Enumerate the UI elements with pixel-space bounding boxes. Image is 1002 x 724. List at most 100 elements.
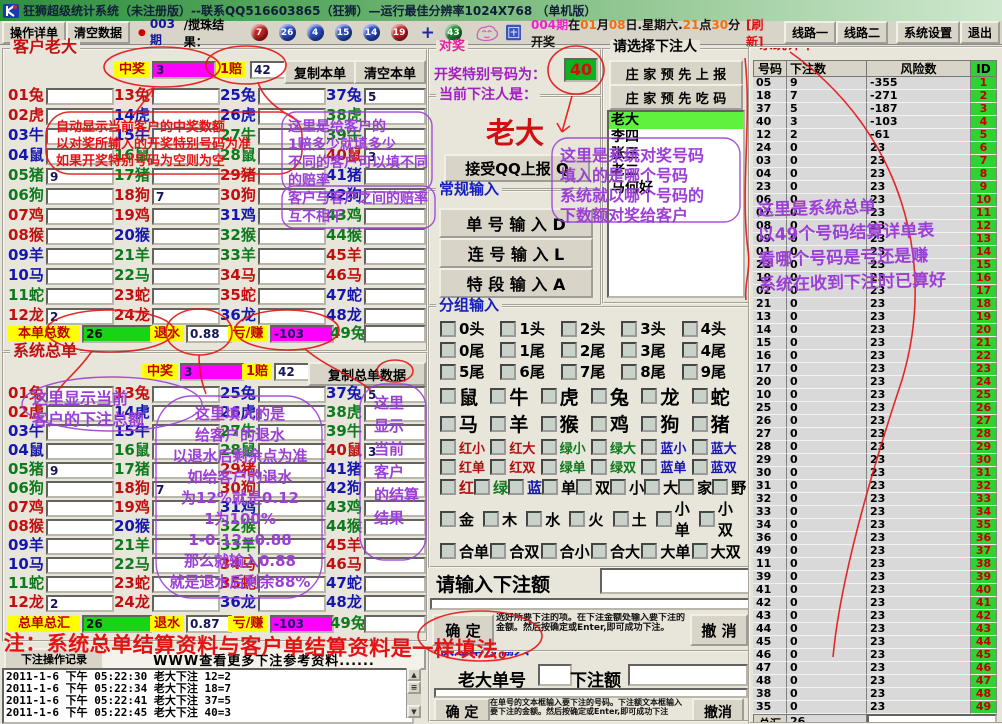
bet-input-system-17[interactable] bbox=[152, 462, 220, 479]
bet-amount-input[interactable] bbox=[600, 568, 750, 594]
www-more-info-button[interactable]: WWW查看更多下注参考资料...... bbox=[102, 648, 426, 670]
quick-amount-input[interactable] bbox=[628, 664, 748, 686]
checkbox-红大[interactable] bbox=[490, 439, 506, 455]
bet-input-system-46[interactable] bbox=[364, 557, 426, 574]
exit-button[interactable]: 退出 bbox=[960, 21, 1000, 44]
checkbox-大[interactable] bbox=[644, 479, 660, 495]
checkbox-龙[interactable] bbox=[641, 388, 657, 404]
bet-input-system-44[interactable] bbox=[364, 519, 426, 536]
bettor-item-李四[interactable]: 李四 bbox=[609, 129, 743, 146]
bet-input-system-25[interactable] bbox=[258, 386, 326, 403]
bet-input-customer-02[interactable] bbox=[46, 108, 114, 125]
bet-input-customer-41[interactable] bbox=[364, 168, 426, 185]
refresh-link[interactable]: [刷新] bbox=[746, 16, 778, 50]
bet-input-system-11[interactable] bbox=[46, 576, 114, 593]
checkbox-红单[interactable] bbox=[440, 459, 456, 475]
bet-input-system-37[interactable]: 5 bbox=[364, 386, 426, 403]
checkbox-合小[interactable] bbox=[541, 543, 557, 559]
bet-input-system-30[interactable] bbox=[258, 481, 326, 498]
bet-input-customer-14[interactable] bbox=[152, 108, 220, 125]
bet-input-customer-05[interactable]: 9 bbox=[46, 168, 114, 185]
system-win-field[interactable]: 3 bbox=[180, 363, 244, 381]
bet-input-system-18[interactable]: 7 bbox=[152, 481, 220, 498]
bet-input-system-09[interactable] bbox=[46, 538, 114, 555]
bet-input-customer-46[interactable] bbox=[364, 268, 426, 285]
checkbox-大单[interactable] bbox=[641, 543, 657, 559]
checkbox-单[interactable] bbox=[542, 479, 558, 495]
bet-input-system-05[interactable]: 9 bbox=[46, 462, 114, 479]
checkbox-3尾[interactable] bbox=[621, 342, 637, 358]
bet-input-system-31[interactable] bbox=[258, 500, 326, 517]
bet-input-customer-47[interactable] bbox=[364, 288, 426, 305]
bet-input-customer-40[interactable]: 3 bbox=[364, 148, 426, 165]
checkbox-9尾[interactable] bbox=[682, 364, 698, 380]
checkbox-野[interactable] bbox=[712, 479, 728, 495]
checkbox-合单[interactable] bbox=[440, 543, 456, 559]
checkbox-土[interactable] bbox=[613, 511, 629, 527]
checkbox-2头[interactable] bbox=[561, 321, 577, 337]
bet-input-customer-28[interactable] bbox=[258, 148, 326, 165]
checkbox-羊[interactable] bbox=[490, 416, 506, 432]
bet-input-system-40[interactable]: 3 bbox=[364, 443, 426, 460]
bet-input-system-28[interactable] bbox=[258, 443, 326, 460]
bet-input-customer-34[interactable] bbox=[258, 268, 326, 285]
bet-input-customer-30[interactable] bbox=[258, 188, 326, 205]
checkbox-1尾[interactable] bbox=[500, 342, 516, 358]
bet-input-system-22[interactable] bbox=[152, 557, 220, 574]
bet-input-customer-49[interactable] bbox=[364, 325, 426, 343]
checkbox-红[interactable] bbox=[440, 479, 456, 495]
bet-input-system-12[interactable]: 2 bbox=[46, 595, 114, 612]
customer-win-field[interactable]: 3 bbox=[152, 61, 216, 79]
clear-order-button[interactable]: 清空本单 bbox=[354, 60, 426, 84]
bet-input-customer-09[interactable] bbox=[46, 248, 114, 265]
bet-input-customer-22[interactable] bbox=[152, 268, 220, 285]
bet-input-customer-19[interactable] bbox=[152, 208, 220, 225]
checkbox-鼠[interactable] bbox=[440, 388, 456, 404]
checkbox-蓝单[interactable] bbox=[641, 459, 657, 475]
special-number-field[interactable]: 40 bbox=[564, 58, 598, 82]
bet-input-system-16[interactable] bbox=[152, 443, 220, 460]
checkbox-4尾[interactable] bbox=[682, 342, 698, 358]
banker-pre-report-button[interactable]: 庄 家 预 先 上 报 bbox=[609, 60, 743, 86]
bet-input-system-15[interactable] bbox=[152, 424, 220, 441]
quick-cancel-button[interactable]: 撤消 bbox=[692, 698, 744, 722]
serial-number-input-button[interactable]: 连 号 输 入 L bbox=[439, 238, 593, 268]
bet-input-system-42[interactable] bbox=[364, 481, 426, 498]
bettor-item-张三[interactable]: 张三 bbox=[609, 146, 743, 163]
bet-input-system-01[interactable] bbox=[46, 386, 114, 403]
bet-input-system-07[interactable] bbox=[46, 500, 114, 517]
bet-input-customer-38[interactable] bbox=[364, 108, 426, 125]
checkbox-马[interactable] bbox=[440, 416, 456, 432]
checkbox-0尾[interactable] bbox=[440, 342, 456, 358]
bet-input-system-34[interactable] bbox=[258, 557, 326, 574]
confirm-bet-button[interactable]: 确 定 bbox=[432, 614, 494, 646]
bet-input-customer-06[interactable] bbox=[46, 188, 114, 205]
bet-input-customer-36[interactable] bbox=[258, 308, 326, 325]
checkbox-绿大[interactable] bbox=[591, 439, 607, 455]
bet-input-system-14[interactable] bbox=[152, 405, 220, 422]
system-rebate-field[interactable]: 0.87 bbox=[186, 615, 232, 633]
bet-input-customer-18[interactable]: 7 bbox=[152, 188, 220, 205]
checkbox-2尾[interactable] bbox=[561, 342, 577, 358]
bet-input-customer-44[interactable] bbox=[364, 228, 426, 245]
checkbox-0头[interactable] bbox=[440, 321, 456, 337]
bet-input-customer-26[interactable] bbox=[258, 108, 326, 125]
bet-input-customer-31[interactable] bbox=[258, 208, 326, 225]
checkbox-绿单[interactable] bbox=[541, 459, 557, 475]
checkbox-鸡[interactable] bbox=[591, 416, 607, 432]
bet-input-system-13[interactable] bbox=[152, 386, 220, 403]
bet-input-system-49[interactable] bbox=[364, 615, 426, 633]
bet-input-customer-08[interactable] bbox=[46, 228, 114, 245]
settings-button[interactable]: 系统设置 bbox=[896, 21, 960, 44]
bet-input-customer-24[interactable] bbox=[152, 308, 220, 325]
bet-input-customer-42[interactable] bbox=[364, 188, 426, 205]
bet-input-system-26[interactable] bbox=[258, 405, 326, 422]
bet-input-system-27[interactable] bbox=[258, 424, 326, 441]
checkbox-3头[interactable] bbox=[621, 321, 637, 337]
checkbox-火[interactable] bbox=[569, 511, 585, 527]
bet-input-customer-32[interactable] bbox=[258, 228, 326, 245]
bet-input-customer-11[interactable] bbox=[46, 288, 114, 305]
bet-history-button[interactable]: 下注操作记录 bbox=[4, 648, 104, 670]
system-odds-field[interactable]: 42 bbox=[274, 363, 310, 381]
bet-input-customer-03[interactable] bbox=[46, 128, 114, 145]
